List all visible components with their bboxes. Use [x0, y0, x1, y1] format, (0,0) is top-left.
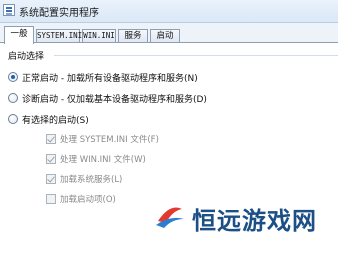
- checkbox-label: 加载启动项(O): [60, 195, 116, 205]
- radio-button[interactable]: [8, 93, 18, 103]
- tab-win-ini[interactable]: WIN.INI: [82, 29, 116, 42]
- tab-startup[interactable]: 启动: [150, 29, 180, 42]
- radio-label: 诊断启动 - 仅加载基本设备驱动程序和服务(D): [22, 95, 207, 105]
- app-icon: [3, 4, 15, 16]
- checkbox-label: 处理 WIN.INI 文件(W): [60, 155, 146, 165]
- watermark: 恒远游戏网: [150, 197, 330, 237]
- radio-button[interactable]: [8, 114, 18, 124]
- checkbox-label: 处理 SYSTEM.INI 文件(F): [60, 135, 159, 145]
- tab-general[interactable]: 一般: [4, 26, 34, 44]
- window-title: 系统配置实用程序: [19, 8, 99, 19]
- checkbox-checked-disabled[interactable]: [46, 174, 56, 184]
- tab-services[interactable]: 服务: [118, 29, 148, 42]
- tab-strip: 一般 SYSTEM.INI WIN.INI 服务 启动: [0, 25, 338, 44]
- startup-selection-label: 启动选择: [8, 52, 45, 62]
- checkbox-label: 加载系统服务(L): [60, 175, 123, 185]
- checkbox-disabled[interactable]: [46, 194, 56, 204]
- radio-label: 正常启动 - 加载所有设备驱动程序和服务(N): [22, 74, 198, 84]
- group-divider: [54, 55, 338, 56]
- radio-label: 有选择的启动(S): [22, 116, 89, 126]
- checkbox-checked-disabled[interactable]: [46, 154, 56, 164]
- title-bar: 系统配置实用程序: [0, 0, 338, 23]
- tab-system-ini[interactable]: SYSTEM.INI: [36, 29, 82, 42]
- watermark-logo-icon: [156, 207, 184, 228]
- watermark-text: 恒远游戏网: [192, 207, 317, 235]
- checkbox-checked-disabled[interactable]: [46, 134, 56, 144]
- radio-button-checked[interactable]: [8, 72, 18, 82]
